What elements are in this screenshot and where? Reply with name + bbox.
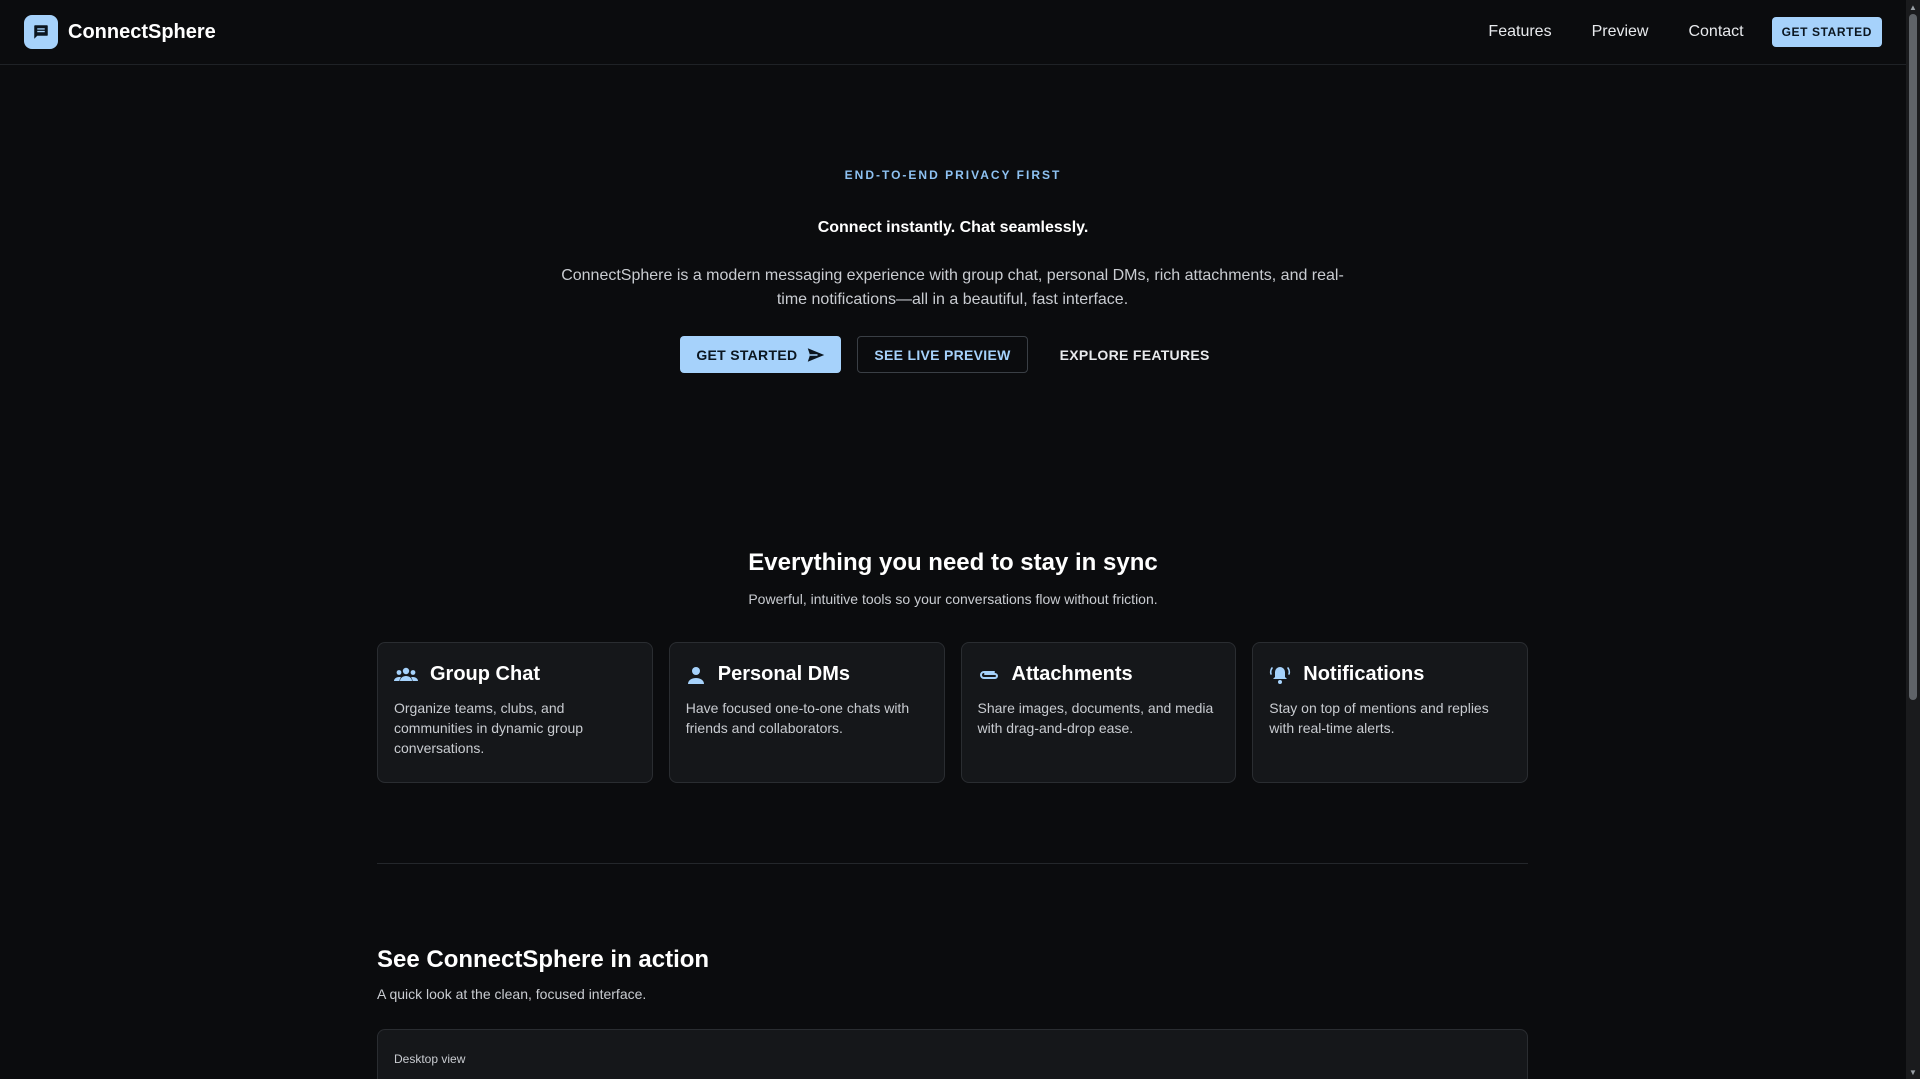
desktop-preview-panel: Desktop view bbox=[377, 1029, 1528, 1079]
hero-get-started-label: GET STARTED bbox=[696, 346, 798, 363]
explore-features-button[interactable]: EXPLORE FEATURES bbox=[1044, 336, 1226, 373]
scroll-down-arrow-icon[interactable]: ▼ bbox=[1906, 1065, 1920, 1079]
feature-card-notifications: Notifications Stay on top of mentions an… bbox=[1252, 642, 1528, 783]
feature-card-group-chat: Group Chat Organize teams, clubs, and co… bbox=[377, 642, 653, 783]
feature-card-attachments: Attachments Share images, documents, and… bbox=[960, 642, 1237, 783]
brand-name: ConnectSphere bbox=[68, 20, 216, 43]
nav-get-started-button[interactable]: GET STARTED bbox=[1771, 17, 1882, 47]
hero-actions: GET STARTED SEE LIVE PREVIEW EXPLORE FEA… bbox=[0, 336, 1906, 373]
nav-link-contact[interactable]: Contact bbox=[1688, 23, 1743, 41]
feature-card-title: Attachments bbox=[1011, 663, 1133, 685]
brand[interactable]: ConnectSphere bbox=[24, 15, 216, 49]
chat-bubble-icon bbox=[24, 15, 58, 49]
page-scrollbar[interactable]: ▲ ▼ bbox=[1906, 0, 1920, 1079]
person-icon bbox=[686, 666, 706, 684]
section-divider bbox=[377, 863, 1528, 864]
action-subtitle: A quick look at the clean, focused inter… bbox=[377, 986, 647, 1002]
action-title: See ConnectSphere in action bbox=[377, 946, 710, 973]
send-icon bbox=[807, 347, 825, 363]
feature-card-title: Group Chat bbox=[430, 663, 540, 685]
hero-get-started-button[interactable]: GET STARTED bbox=[680, 336, 842, 373]
nav-link-features[interactable]: Features bbox=[1488, 23, 1551, 41]
hero-description: ConnectSphere is a modern messaging expe… bbox=[561, 267, 1344, 308]
feature-card-personal-dms: Personal DMs Have focused one-to-one cha… bbox=[668, 642, 945, 783]
see-live-preview-button[interactable]: SEE LIVE PREVIEW bbox=[857, 336, 1028, 373]
top-navbar: ConnectSphere Features Preview Contact G… bbox=[0, 0, 1906, 65]
scroll-thumb[interactable] bbox=[1909, 14, 1917, 700]
feature-card-desc: Stay on top of mentions and replies with… bbox=[1269, 700, 1489, 736]
feature-card-desc: Have focused one-to-one chats with frien… bbox=[685, 700, 910, 736]
feature-card-title: Personal DMs bbox=[717, 663, 851, 685]
feature-card-title: Notifications bbox=[1303, 663, 1425, 685]
features-subtitle: Powerful, intuitive tools so your conver… bbox=[748, 591, 1158, 607]
attachment-icon bbox=[978, 668, 1000, 682]
main-nav: Features Preview Contact GET STARTED bbox=[1488, 17, 1882, 47]
nav-link-preview[interactable]: Preview bbox=[1592, 23, 1649, 41]
bell-icon bbox=[1269, 665, 1291, 685]
preview-panel-label: Desktop view bbox=[394, 1052, 466, 1066]
feature-card-desc: Organize teams, clubs, and communities i… bbox=[394, 700, 584, 756]
hero-eyebrow: END-TO-END PRIVACY FIRST bbox=[844, 168, 1062, 182]
hero-title: Connect instantly. Chat seamlessly. bbox=[817, 219, 1089, 236]
features-title: Everything you need to stay in sync bbox=[748, 549, 1158, 576]
group-icon bbox=[394, 666, 418, 684]
scroll-up-arrow-icon[interactable]: ▲ bbox=[1906, 0, 1920, 14]
landing-page: ConnectSphere Features Preview Contact G… bbox=[0, 0, 1920, 1079]
feature-card-desc: Share images, documents, and media with … bbox=[977, 700, 1214, 736]
feature-cards: Group Chat Organize teams, clubs, and co… bbox=[377, 642, 1528, 783]
